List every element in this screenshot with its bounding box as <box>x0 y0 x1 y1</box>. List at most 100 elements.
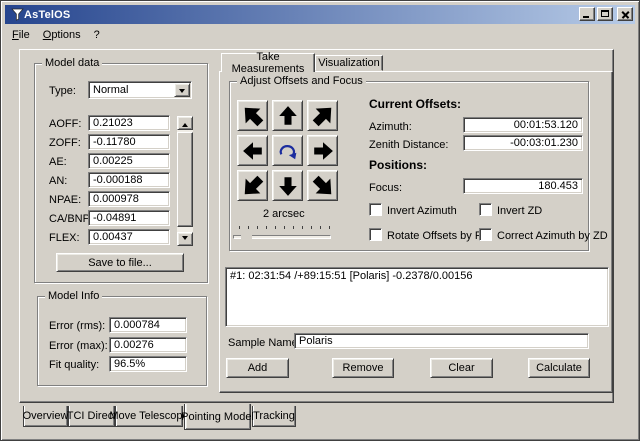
correct-azimuth-checkbox[interactable] <box>479 228 492 241</box>
cabnp-label: CA/BNP: <box>49 213 93 225</box>
tab-tci-direct[interactable]: TCI Direct <box>68 406 115 427</box>
step-size-label: 2 arcsec <box>263 208 305 220</box>
current-offsets-title: Current Offsets: <box>369 98 461 110</box>
calculate-button[interactable]: Calculate <box>528 358 590 378</box>
offset-up-right-button[interactable] <box>307 100 338 131</box>
offset-down-right-button[interactable] <box>307 170 338 201</box>
arrow-up-right-icon <box>304 97 341 134</box>
maximize-icon <box>601 10 609 17</box>
focus-label: Focus: <box>369 182 402 194</box>
offset-left-button[interactable] <box>237 135 268 166</box>
tab-take-measurements[interactable]: Take Measurements <box>221 53 315 72</box>
azimuth-label: Azimuth: <box>369 121 412 133</box>
scroll-up-button[interactable] <box>177 116 193 130</box>
type-value: Normal <box>93 84 128 96</box>
sample-name-input[interactable] <box>294 333 589 349</box>
cabnp-field[interactable] <box>88 210 170 226</box>
type-label: Type: <box>49 85 76 97</box>
invert-zd-checkbox[interactable] <box>479 203 492 216</box>
clear-button[interactable]: Clear <box>430 358 493 378</box>
measurements-listbox[interactable]: #1: 02:31:54 /+89:15:51 [Polaris] -0.237… <box>225 267 609 327</box>
fit-quality-field[interactable] <box>109 356 187 372</box>
tab-visualization[interactable]: Visualization <box>315 55 383 71</box>
arrow-left-icon <box>242 140 264 162</box>
zenith-distance-label: Zenith Distance: <box>369 139 448 151</box>
model-info-title: Model Info <box>45 290 102 302</box>
npae-label: NPAE: <box>49 194 81 206</box>
arrow-up-left-icon <box>234 97 271 134</box>
tab-take-measurements-label: Take Measurements <box>222 51 314 75</box>
model-data-scrollbar[interactable] <box>177 116 193 246</box>
tab-tracking[interactable]: Tracking <box>252 406 296 427</box>
add-label: Add <box>248 362 268 374</box>
arrow-down-left-icon <box>234 167 271 204</box>
offset-up-left-button[interactable] <box>237 100 268 131</box>
app-icon <box>11 8 24 21</box>
an-field[interactable] <box>88 172 170 188</box>
focus-field[interactable] <box>463 178 583 194</box>
offset-right-button[interactable] <box>307 135 338 166</box>
model-data-title: Model data <box>42 57 102 69</box>
error-rms-label: Error (rms): <box>49 320 105 332</box>
type-dropdown[interactable]: Normal <box>88 81 192 99</box>
flex-label: FLEX: <box>49 232 80 244</box>
azimuth-offset-field[interactable] <box>463 117 583 133</box>
add-button[interactable]: Add <box>226 358 289 378</box>
measurement-item[interactable]: #1: 02:31:54 /+89:15:51 [Polaris] -0.237… <box>226 268 608 284</box>
menu-options[interactable]: Options <box>37 27 88 43</box>
clear-label: Clear <box>448 362 474 374</box>
error-max-label: Error (max): <box>49 340 108 352</box>
offset-down-button[interactable] <box>272 170 303 201</box>
ae-label: AE: <box>49 156 67 168</box>
zoff-label: ZOFF: <box>49 137 81 149</box>
aoff-label: AOFF: <box>49 118 81 130</box>
positions-title: Positions: <box>369 159 427 171</box>
tab-move-telescope[interactable]: Move Telescope <box>115 406 183 427</box>
tab-move-telescope-label: Move Telescope <box>109 410 188 422</box>
zoff-field[interactable] <box>88 134 170 150</box>
maximize-button[interactable] <box>597 7 613 21</box>
arrow-right-icon <box>312 140 334 162</box>
error-rms-field[interactable] <box>109 317 187 333</box>
flex-field[interactable] <box>88 229 170 245</box>
rotate-offsets-label: Rotate Offsets by PA <box>387 230 489 242</box>
scroll-down-button[interactable] <box>177 232 193 246</box>
tab-pointing-model[interactable]: Pointing Model <box>184 404 251 430</box>
remove-button[interactable]: Remove <box>332 358 394 378</box>
title-bar: AsTelOS <box>5 5 635 24</box>
menu-file[interactable]: File <box>6 27 37 43</box>
tab-visualization-label: Visualization <box>318 57 380 69</box>
offset-reset-button[interactable] <box>272 135 303 166</box>
aoff-field[interactable] <box>88 115 170 131</box>
close-icon <box>621 10 629 18</box>
error-max-field[interactable] <box>109 337 187 353</box>
ae-field[interactable] <box>88 153 170 169</box>
tab-overview-label: Overview <box>23 410 69 422</box>
calculate-label: Calculate <box>536 362 582 374</box>
correct-azimuth-label: Correct Azimuth by ZD <box>497 230 608 242</box>
slider-ticks <box>239 226 331 229</box>
window-title: AsTelOS <box>24 9 70 21</box>
rotate-offsets-checkbox[interactable] <box>369 228 382 241</box>
an-label: AN: <box>49 175 67 187</box>
menu-help[interactable]: ? <box>88 27 107 43</box>
sample-name-label: Sample Name: <box>228 337 301 349</box>
invert-azimuth-label: Invert Azimuth <box>387 205 457 217</box>
type-dropdown-button[interactable] <box>174 83 190 97</box>
close-button[interactable] <box>617 7 633 21</box>
minimize-button[interactable] <box>579 7 595 21</box>
npae-field[interactable] <box>88 191 170 207</box>
invert-azimuth-checkbox[interactable] <box>369 203 382 216</box>
zenith-distance-field[interactable] <box>463 135 583 151</box>
scroll-down-icon <box>182 236 188 243</box>
invert-zd-label: Invert ZD <box>497 205 542 217</box>
tab-overview[interactable]: Overview <box>23 406 68 427</box>
offset-up-button[interactable] <box>272 100 303 131</box>
minimize-icon <box>583 16 589 18</box>
save-to-file-button[interactable]: Save to file... <box>56 253 184 272</box>
scrollbar-thumb[interactable] <box>177 132 193 227</box>
arrow-up-icon <box>277 105 299 127</box>
offset-down-left-button[interactable] <box>237 170 268 201</box>
tab-pointing-model-label: Pointing Model <box>181 411 254 423</box>
fit-quality-label: Fit quality: <box>49 359 99 371</box>
